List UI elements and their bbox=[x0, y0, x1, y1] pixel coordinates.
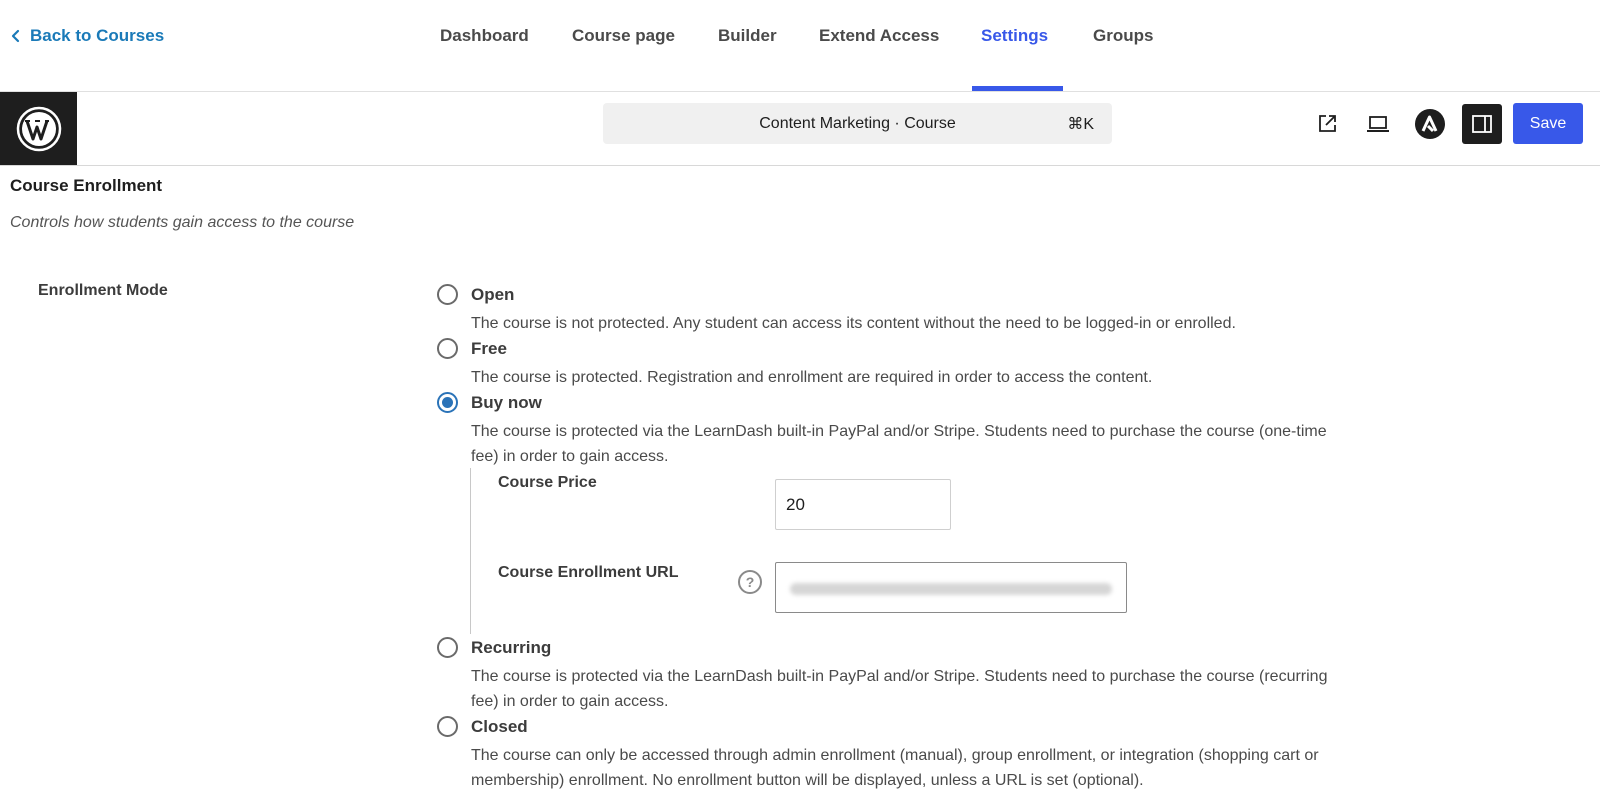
option-description: The course is protected via the LearnDas… bbox=[471, 668, 1328, 710]
chevron-left-icon bbox=[11, 29, 20, 43]
command-shortcut: ⌘K bbox=[1067, 116, 1094, 133]
option-label[interactable]: Buy now bbox=[471, 393, 542, 413]
command-palette-button[interactable]: Content Marketing · Course ⌘K bbox=[603, 103, 1112, 144]
astra-settings-button[interactable] bbox=[1410, 104, 1450, 144]
option-description: The course is not protected. Any student… bbox=[471, 315, 1236, 332]
sidebar-toggle-icon bbox=[1472, 115, 1492, 133]
desktop-preview-icon bbox=[1367, 116, 1389, 132]
help-icon[interactable]: ? bbox=[738, 570, 762, 594]
back-link-label: Back to Courses bbox=[30, 26, 165, 45]
option-description: The course is protected via the LearnDas… bbox=[471, 423, 1327, 465]
active-tab-indicator bbox=[972, 86, 1063, 91]
option-description: The course can only be accessed through … bbox=[471, 747, 1319, 789]
course-enrollment-url-input[interactable] bbox=[775, 562, 1127, 613]
tab-course-page[interactable]: Course page bbox=[572, 26, 675, 46]
tab-groups[interactable]: Groups bbox=[1093, 26, 1153, 46]
astra-icon bbox=[1415, 109, 1445, 139]
top-navigation: Back to Courses Dashboard Course page Bu… bbox=[0, 0, 1600, 92]
save-button[interactable]: Save bbox=[1513, 103, 1583, 144]
editor-header: Content Marketing · Course ⌘K Save bbox=[0, 92, 1600, 166]
tab-builder[interactable]: Builder bbox=[718, 26, 777, 46]
back-to-courses-link[interactable]: Back to Courses bbox=[10, 26, 164, 46]
section-title: Course Enrollment bbox=[10, 176, 163, 195]
tab-dashboard[interactable]: Dashboard bbox=[440, 26, 529, 46]
command-palette-text: Content Marketing · Course bbox=[759, 114, 956, 132]
buy-now-settings-panel: Course Price Course Enrollment URL ? bbox=[470, 468, 1170, 634]
option-label[interactable]: Open bbox=[471, 285, 514, 305]
view-post-button[interactable] bbox=[1307, 104, 1347, 144]
wordpress-logo-button[interactable] bbox=[0, 92, 77, 165]
tab-settings[interactable]: Settings bbox=[981, 26, 1048, 46]
blurred-url-value bbox=[790, 583, 1112, 595]
settings-sidebar-toggle[interactable] bbox=[1462, 104, 1502, 144]
radio-closed[interactable] bbox=[437, 716, 458, 737]
tab-extend-access[interactable]: Extend Access bbox=[819, 26, 939, 46]
option-label[interactable]: Closed bbox=[471, 717, 528, 737]
course-price-label: Course Price bbox=[498, 474, 597, 491]
radio-recurring[interactable] bbox=[437, 637, 458, 658]
radio-open[interactable] bbox=[437, 284, 458, 305]
radio-buy-now[interactable] bbox=[437, 392, 458, 413]
option-label[interactable]: Free bbox=[471, 339, 507, 359]
course-enrollment-url-label: Course Enrollment URL bbox=[498, 564, 679, 581]
preview-button[interactable] bbox=[1358, 104, 1398, 144]
option-description: The course is protected. Registration an… bbox=[471, 369, 1153, 386]
course-price-input[interactable] bbox=[775, 479, 951, 530]
radio-free[interactable] bbox=[437, 338, 458, 359]
wordpress-icon bbox=[16, 106, 61, 151]
external-link-icon bbox=[1319, 115, 1336, 132]
section-description: Controls how students gain access to the… bbox=[10, 214, 355, 231]
enrollment-mode-label: Enrollment Mode bbox=[38, 282, 168, 299]
option-label[interactable]: Recurring bbox=[471, 638, 551, 658]
